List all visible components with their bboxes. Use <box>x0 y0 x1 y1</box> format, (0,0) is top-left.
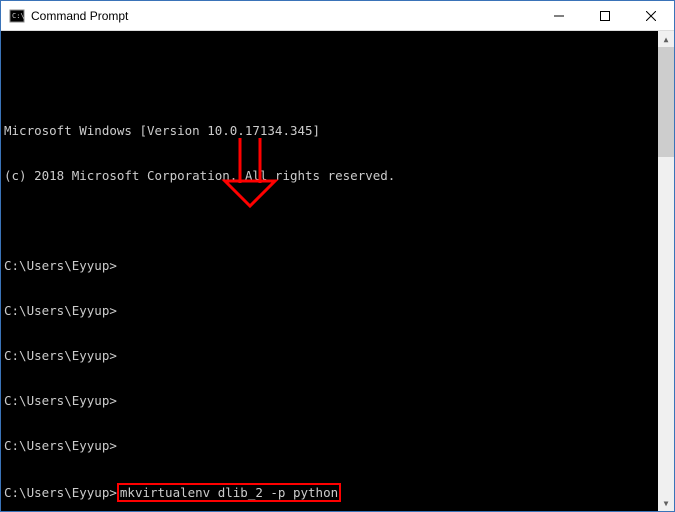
prompt-line: C:\Users\Eyyup> <box>4 303 655 318</box>
terminal-area[interactable]: Microsoft Windows [Version 10.0.17134.34… <box>1 31 674 511</box>
prompt-line: C:\Users\Eyyup> <box>4 438 655 453</box>
window-title: Command Prompt <box>31 9 536 23</box>
prompt-line: C:\Users\Eyyup> <box>4 393 655 408</box>
header-line: (c) 2018 Microsoft Corporation. All righ… <box>4 168 655 183</box>
vertical-scrollbar[interactable]: ▲ ▼ <box>658 31 674 511</box>
close-button[interactable] <box>628 1 674 30</box>
window-controls <box>536 1 674 30</box>
maximize-button[interactable] <box>582 1 628 30</box>
minimize-button[interactable] <box>536 1 582 30</box>
titlebar[interactable]: C:\ Command Prompt <box>1 1 674 31</box>
header-line: Microsoft Windows [Version 10.0.17134.34… <box>4 123 655 138</box>
prompt-line: C:\Users\Eyyup> <box>4 348 655 363</box>
svg-text:C:\: C:\ <box>12 12 25 20</box>
command-prompt-window: C:\ Command Prompt Microsoft Windows [Ve… <box>0 0 675 512</box>
highlighted-command: mkvirtualenv dlib_2 -p python <box>117 483 341 502</box>
scroll-down-arrow-icon[interactable]: ▼ <box>658 495 674 511</box>
scroll-up-arrow-icon[interactable]: ▲ <box>658 31 674 47</box>
cmd-icon: C:\ <box>9 8 25 24</box>
prompt-line: C:\Users\Eyyup> <box>4 258 655 273</box>
scrollbar-thumb[interactable] <box>658 47 674 157</box>
command-line: C:\Users\Eyyup>mkvirtualenv dlib_2 -p py… <box>4 483 655 502</box>
